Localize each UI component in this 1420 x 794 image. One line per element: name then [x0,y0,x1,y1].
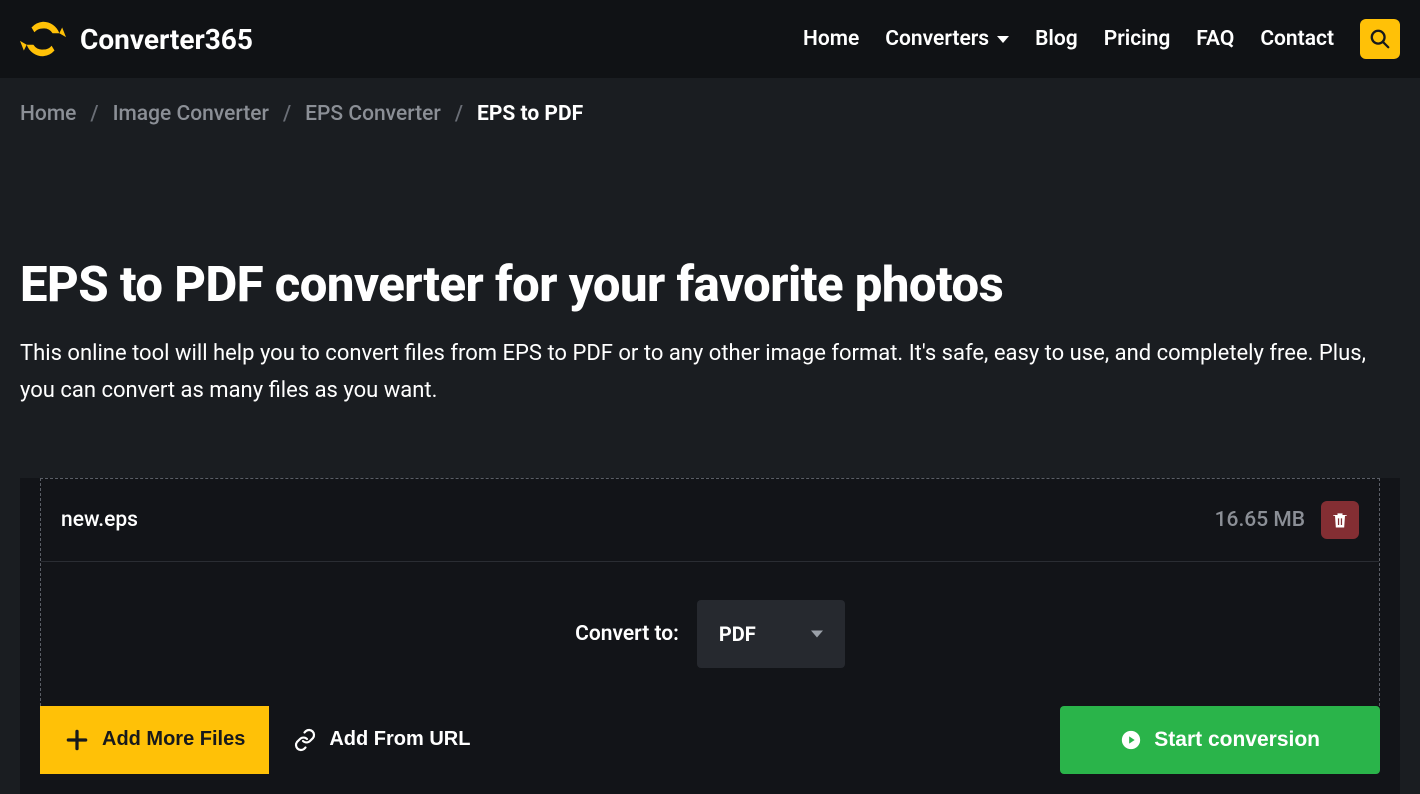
search-icon [1369,28,1391,50]
chevron-down-icon [997,36,1009,43]
chevron-down-icon [811,630,823,637]
brand-name: Converter365 [80,23,253,56]
breadcrumb-eps-converter[interactable]: EPS Converter [305,102,441,126]
nav-converters[interactable]: Converters [885,27,1009,51]
breadcrumb-separator: / [455,102,463,126]
play-icon [1120,729,1142,751]
format-select[interactable]: PDF [697,600,845,668]
add-more-files-button[interactable]: Add More Files [40,706,269,774]
breadcrumb-current: EPS to PDF [477,102,583,126]
convert-to-row: Convert to: PDF [41,562,1379,706]
format-selected: PDF [719,622,756,646]
plus-icon [64,727,90,753]
link-icon [293,728,317,752]
nav-home[interactable]: Home [803,27,859,51]
nav-converters-label: Converters [885,27,989,51]
file-row: new.eps 16.65 MB [41,479,1379,562]
add-more-files-label: Add More Files [102,728,245,751]
add-from-url-button[interactable]: Add From URL [269,706,494,774]
convert-to-label: Convert to: [575,622,679,646]
nav-contact[interactable]: Contact [1260,27,1334,51]
breadcrumb-image-converter[interactable]: Image Converter [113,102,269,126]
start-conversion-button[interactable]: Start conversion [1060,706,1380,774]
converter-panel: new.eps 16.65 MB Convert to: PDF [20,478,1400,794]
start-conversion-label: Start conversion [1154,728,1320,752]
logo-icon [20,16,66,62]
add-from-url-label: Add From URL [329,728,470,751]
nav-blog[interactable]: Blog [1035,27,1078,51]
spacer [494,706,1060,774]
logo[interactable]: Converter365 [20,16,253,62]
page-subtitle: This online tool will help you to conver… [20,335,1400,410]
breadcrumb-separator: / [90,102,98,126]
action-bar: Add More Files Add From URL Start conver… [20,706,1400,794]
breadcrumb: Home / Image Converter / EPS Converter /… [0,78,1420,126]
delete-file-button[interactable] [1321,501,1359,539]
drop-zone[interactable]: new.eps 16.65 MB Convert to: PDF [40,478,1380,706]
nav-pricing[interactable]: Pricing [1104,27,1171,51]
breadcrumb-separator: / [283,102,291,126]
file-meta: 16.65 MB [1215,501,1359,539]
search-button[interactable] [1360,19,1400,59]
file-name: new.eps [61,508,138,532]
trash-icon [1330,510,1350,530]
header: Converter365 Home Converters Blog Pricin… [0,0,1420,78]
nav: Home Converters Blog Pricing FAQ Contact [803,19,1400,59]
hero: EPS to PDF converter for your favorite p… [0,126,1420,410]
file-size: 16.65 MB [1215,508,1305,532]
page-title: EPS to PDF converter for your favorite p… [20,256,1400,313]
breadcrumb-home[interactable]: Home [20,102,76,126]
nav-faq[interactable]: FAQ [1196,27,1234,51]
